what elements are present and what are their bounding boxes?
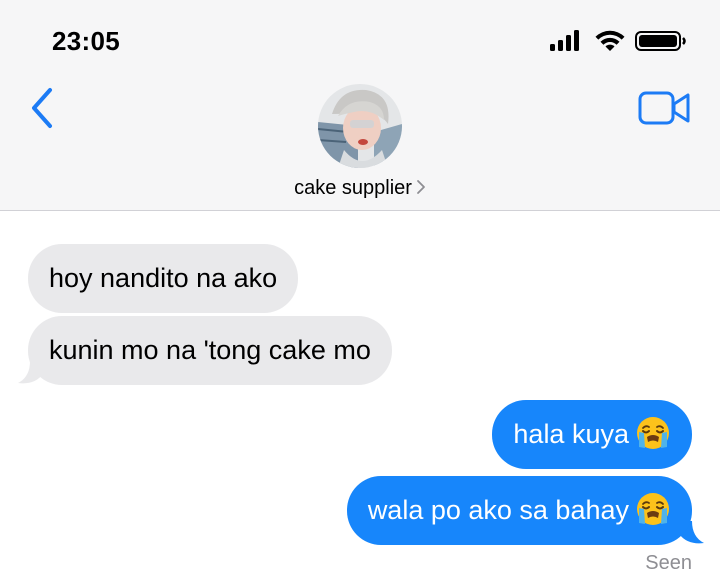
read-receipt: Seen	[645, 552, 692, 574]
status-icons	[550, 28, 690, 54]
back-button[interactable]	[28, 86, 62, 130]
battery-icon	[635, 31, 686, 51]
conversation-header: 23:05 cake supplier	[0, 0, 720, 211]
message-text: kunin mo na 'tong cake mo	[49, 335, 371, 365]
contact-name: cake supplier	[294, 177, 412, 199]
message-bubble-sent[interactable]: hala kuya	[492, 400, 692, 469]
message-text: hoy nandito na ako	[49, 263, 278, 293]
wifi-icon	[595, 30, 625, 51]
chevron-left-icon	[32, 88, 52, 128]
contact-avatar[interactable]	[318, 84, 402, 168]
video-camera-icon	[638, 91, 690, 125]
signal-icon	[550, 30, 579, 51]
loudly-crying-face-emoji	[635, 491, 671, 527]
chevron-right-icon	[417, 180, 425, 194]
message-text: hala kuya	[513, 419, 629, 449]
loudly-crying-face-emoji	[635, 415, 671, 451]
message-bubble-received[interactable]: kunin mo na 'tong cake mo	[28, 316, 392, 385]
message-bubble-sent[interactable]: wala po ako sa bahay	[346, 476, 692, 545]
status-time: 23:05	[52, 26, 120, 56]
message-bubble-received[interactable]: hoy nandito na ako	[28, 244, 299, 313]
message-text: wala po ako sa bahay	[367, 495, 629, 525]
facetime-video-button[interactable]	[638, 88, 692, 128]
contact-name-button[interactable]: cake supplier	[0, 177, 720, 200]
